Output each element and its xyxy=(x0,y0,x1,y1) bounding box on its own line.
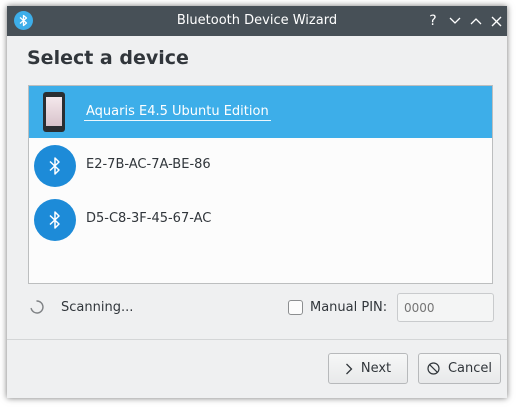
spinner-icon xyxy=(30,300,44,314)
cancel-label: Cancel xyxy=(447,361,493,376)
help-icon: ? xyxy=(429,13,437,29)
maximize-button[interactable] xyxy=(466,11,486,31)
device-item-d5[interactable]: D5-C8-3F-45-67-AC xyxy=(29,193,492,245)
device-label: Aquaris E4.5 Ubuntu Edition xyxy=(84,104,271,121)
title-bar[interactable]: Bluetooth Device Wizard ? xyxy=(7,6,507,36)
cancel-button[interactable]: Cancel xyxy=(418,353,501,384)
chevron-down-icon xyxy=(449,17,461,24)
device-list[interactable]: Aquaris E4.5 Ubuntu Edition E2-7B-AC-7A-… xyxy=(28,85,493,284)
wizard-window: Bluetooth Device Wizard ? Select a devic… xyxy=(7,6,507,398)
page-title: Select a device xyxy=(27,47,189,69)
phone-icon xyxy=(43,92,65,132)
manual-pin-checkbox[interactable] xyxy=(288,300,303,315)
pin-input[interactable] xyxy=(397,293,494,322)
device-label: D5-C8-3F-45-67-AC xyxy=(86,211,212,226)
minimize-button[interactable] xyxy=(445,11,465,31)
next-button[interactable]: Next xyxy=(328,353,408,384)
bluetooth-icon xyxy=(34,199,76,241)
manual-pin-label[interactable]: Manual PIN: xyxy=(310,300,387,315)
help-button[interactable]: ? xyxy=(423,11,443,31)
chevron-up-icon xyxy=(470,18,482,25)
cancel-icon xyxy=(427,362,440,375)
device-label: E2-7B-AC-7A-BE-86 xyxy=(86,157,211,172)
next-label: Next xyxy=(360,361,392,376)
close-button[interactable] xyxy=(486,11,506,31)
chevron-right-icon xyxy=(345,363,353,374)
scanning-status: Scanning... xyxy=(61,300,134,315)
close-icon xyxy=(491,16,501,26)
bluetooth-icon xyxy=(34,145,76,187)
device-item-e2[interactable]: E2-7B-AC-7A-BE-86 xyxy=(29,139,492,191)
device-item-aquaris[interactable]: Aquaris E4.5 Ubuntu Edition xyxy=(29,86,492,138)
divider xyxy=(7,339,507,340)
